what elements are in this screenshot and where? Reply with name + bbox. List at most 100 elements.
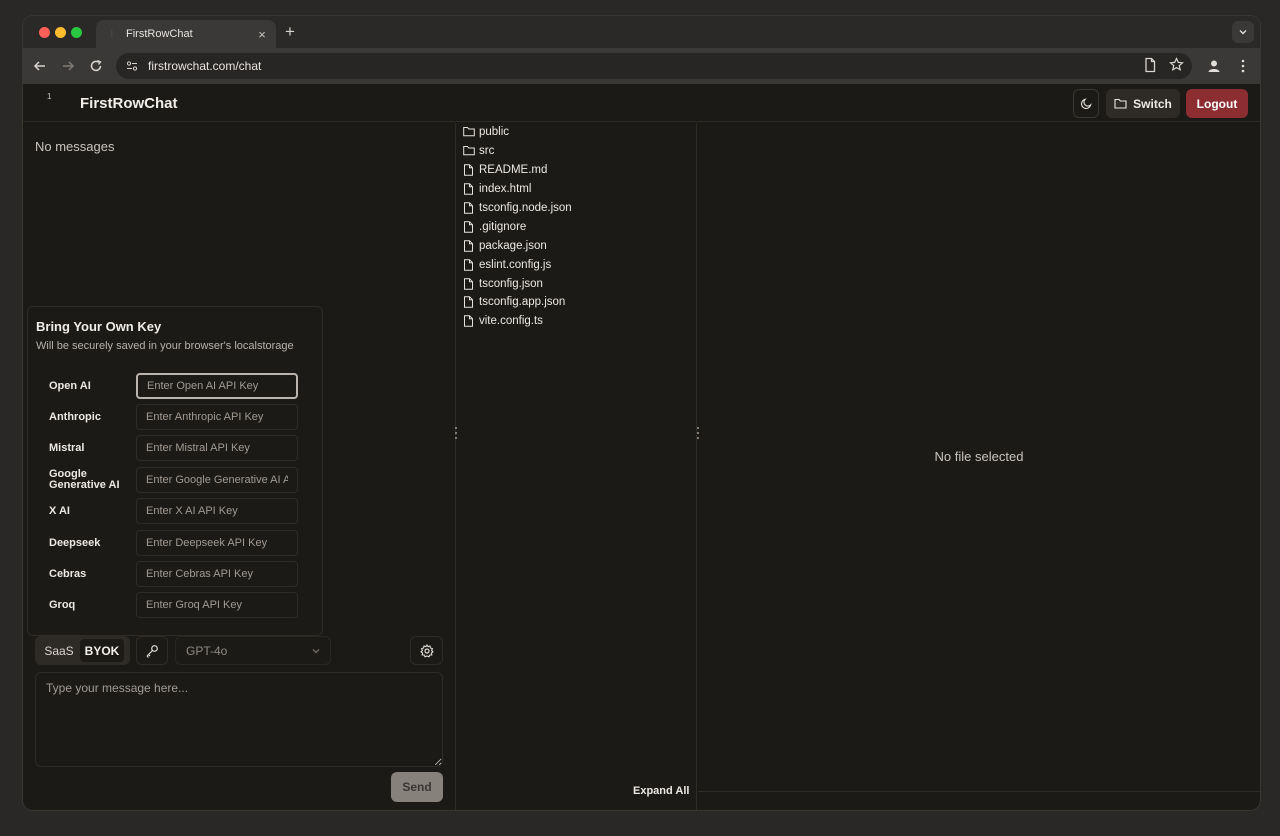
reload-icon <box>90 59 102 72</box>
byok-title: Bring Your Own Key <box>36 319 162 334</box>
file-icon <box>463 164 475 177</box>
anthropic-key-input[interactable] <box>136 404 298 430</box>
message-input[interactable] <box>35 672 443 767</box>
document-icon[interactable] <box>1143 57 1157 73</box>
profile-icon <box>1208 60 1220 72</box>
tree-item-label: eslint.config.js <box>479 258 552 271</box>
folder-icon <box>1114 98 1127 109</box>
tree-item-file[interactable]: tsconfig.app.json <box>463 293 572 312</box>
key-row-mistral: Mistral <box>49 435 309 461</box>
key-row-openai: Open AI <box>49 373 309 399</box>
tree-item-label: index.html <box>479 183 532 196</box>
tree-item-file[interactable]: index.html <box>463 180 572 199</box>
browser-toolbar: firstrowchat.com/chat <box>23 48 1260 84</box>
forward-button[interactable] <box>59 57 77 75</box>
provider-label: Groq <box>49 598 76 611</box>
mode-saas-option[interactable]: SaaS <box>38 639 80 662</box>
byok-card: Bring Your Own Key Will be securely save… <box>27 306 323 636</box>
deepseek-key-input[interactable] <box>136 530 298 556</box>
file-icon <box>463 202 475 214</box>
tree-item-file[interactable]: eslint.config.js <box>463 255 572 274</box>
key-row-cebras: Cebras <box>49 561 309 587</box>
cebras-key-input[interactable] <box>136 561 298 587</box>
model-select[interactable]: GPT-4o <box>175 636 331 665</box>
mode-toggle: SaaS BYOK <box>35 636 130 665</box>
site-info-icon[interactable] <box>125 59 139 73</box>
tab-favicon-icon <box>106 28 118 40</box>
file-icon <box>463 315 475 328</box>
bookmark-star-icon[interactable] <box>1169 57 1184 72</box>
new-tab-button[interactable]: + <box>285 22 295 42</box>
theme-toggle-button[interactable] <box>1073 89 1099 118</box>
expand-all-button[interactable]: Expand All <box>633 785 689 797</box>
viewer-divider <box>698 791 1260 792</box>
minimize-window-button[interactable] <box>55 27 66 38</box>
groq-key-input[interactable] <box>136 592 298 618</box>
close-window-button[interactable] <box>39 27 50 38</box>
mode-byok-option[interactable]: BYOK <box>80 639 124 662</box>
tree-item-file[interactable]: package.json <box>463 236 572 255</box>
send-button[interactable]: Send <box>391 772 443 802</box>
file-icon <box>463 258 475 271</box>
tree-item-label: vite.config.ts <box>479 315 543 328</box>
tree-item-label: tsconfig.json <box>479 277 543 290</box>
browser-tab[interactable]: FirstRowChat × <box>96 20 276 48</box>
chat-panel: No messages Bring Your Own Key Will be s… <box>23 123 456 810</box>
provider-label: Mistral <box>49 441 85 454</box>
file-icon <box>463 239 475 252</box>
app-header: 1 FirstRowChat Switch Logout <box>23 84 1260 122</box>
tree-item-folder[interactable]: src <box>463 142 572 161</box>
tree-item-file[interactable]: tsconfig.json <box>463 274 572 293</box>
file-tree-panel: public src README.md index.html tsconfig… <box>456 123 697 810</box>
logout-button[interactable]: Logout <box>1186 89 1248 118</box>
file-icon <box>463 183 475 195</box>
moon-icon <box>1080 98 1092 110</box>
switch-project-button[interactable]: Switch <box>1106 89 1180 118</box>
key-row-anthropic: Anthropic <box>49 404 309 430</box>
settings-button[interactable] <box>410 636 443 665</box>
chevron-down-icon <box>1239 30 1247 35</box>
url-text: firstrowchat.com/chat <box>148 59 262 73</box>
tab-search-button[interactable] <box>1232 21 1254 43</box>
provider-label: Anthropic <box>49 410 101 423</box>
back-button[interactable] <box>31 57 49 75</box>
tree-item-folder[interactable]: public <box>463 123 572 142</box>
more-vertical-icon <box>1241 59 1245 73</box>
provider-label: Deepseek <box>49 536 101 549</box>
tree-item-file[interactable]: .gitignore <box>463 217 572 236</box>
google-key-input[interactable] <box>136 467 298 493</box>
no-file-selected-text: No file selected <box>934 449 1024 464</box>
tree-item-file[interactable]: vite.config.ts <box>463 312 572 331</box>
tab-close-icon[interactable]: × <box>254 27 270 42</box>
file-viewer-panel: No file selected <box>698 123 1260 810</box>
mistral-key-input[interactable] <box>136 435 298 461</box>
logo: 1 <box>47 92 52 101</box>
profile-button[interactable] <box>1205 57 1223 75</box>
chevron-down-icon <box>312 649 320 654</box>
browser-window: FirstRowChat × + firstrowchat.com/chat 1… <box>23 16 1260 810</box>
key-row-deepseek: Deepseek <box>49 530 309 556</box>
openai-key-input[interactable] <box>136 373 298 399</box>
maximize-window-button[interactable] <box>71 27 82 38</box>
tree-item-file[interactable]: tsconfig.node.json <box>463 199 572 218</box>
reload-button[interactable] <box>87 57 105 75</box>
tree-item-label: public <box>479 126 510 139</box>
folder-icon <box>463 126 475 138</box>
tab-title: FirstRowChat <box>126 28 193 40</box>
browser-menu-button[interactable] <box>1234 57 1252 75</box>
api-keys-button[interactable] <box>136 636 168 665</box>
tree-item-file[interactable]: README.md <box>463 161 572 180</box>
key-icon <box>146 644 158 658</box>
address-bar[interactable]: firstrowchat.com/chat <box>116 53 1192 79</box>
tree-item-label: src <box>479 145 495 158</box>
gear-icon <box>419 643 434 658</box>
tree-item-label: package.json <box>479 239 547 252</box>
arrow-left-icon <box>33 61 45 71</box>
brand-title[interactable]: FirstRowChat <box>80 95 178 112</box>
file-icon <box>463 277 475 290</box>
provider-label: Cebras <box>49 567 87 580</box>
folder-icon <box>463 145 475 157</box>
tree-item-label: README.md <box>479 164 548 177</box>
xai-key-input[interactable] <box>136 498 298 524</box>
key-row-xai: X AI <box>49 498 309 524</box>
